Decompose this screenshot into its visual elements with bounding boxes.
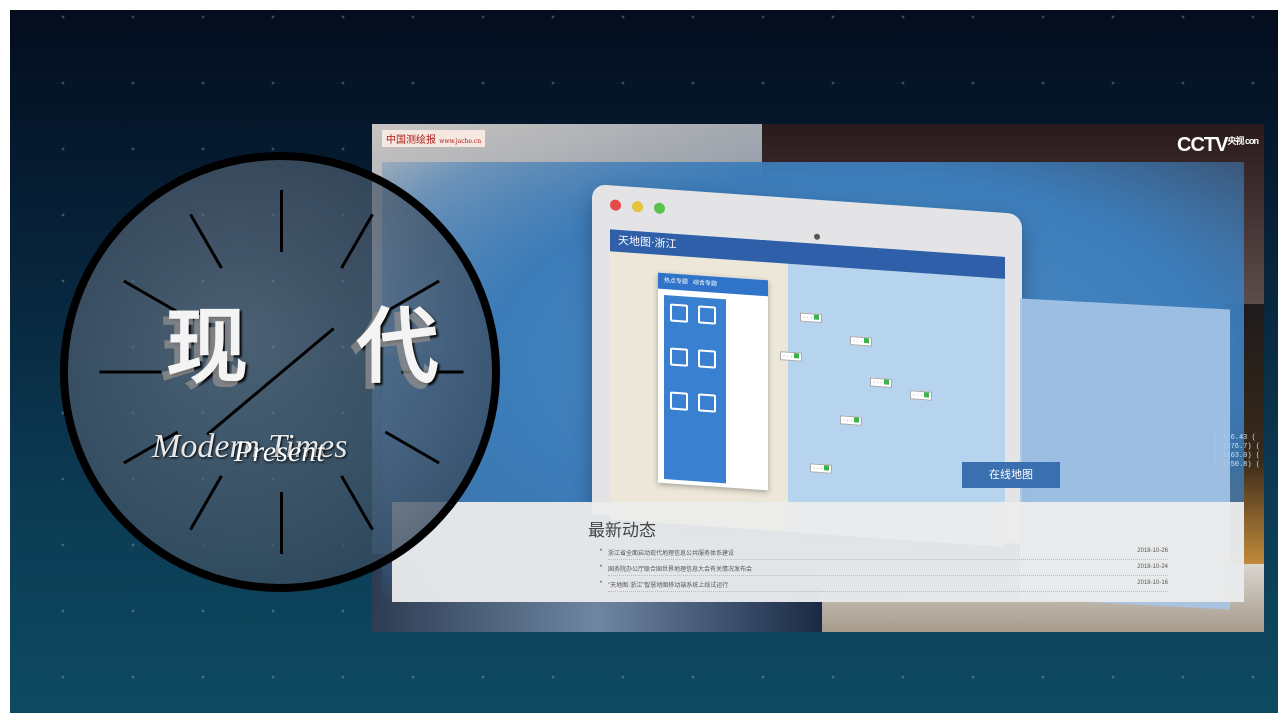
laptop-window: 天地图·浙江 · · · · · · · · · · · · · · · · ·… <box>592 184 1022 547</box>
cart-icon[interactable] <box>670 391 688 411</box>
clock-tick <box>189 213 223 269</box>
cctv-logo: CCTV央视 con <box>1177 134 1259 156</box>
camera-icon <box>814 233 820 240</box>
clock-tick <box>280 492 283 554</box>
title-chinese: 现 代 <box>166 299 479 395</box>
map-pin: · · · <box>910 390 933 401</box>
clock-overlay: 现 代 Modern Times Present <box>60 152 500 592</box>
clock-tick <box>384 430 440 465</box>
minimize-dot-icon <box>632 200 643 213</box>
map-pin: · · · <box>800 312 823 324</box>
map-pin: · · · <box>810 463 833 474</box>
map-pin: · · · <box>870 377 893 389</box>
clock-tick <box>189 475 223 531</box>
house-icon[interactable] <box>670 347 688 367</box>
map-pin: · · · <box>780 351 803 362</box>
video-frame: 中国测绘报 www.jache.cn CCTV央视 con ( 436.43 (… <box>372 124 1264 632</box>
hospital-icon[interactable] <box>698 305 716 325</box>
online-map-button[interactable]: 在线地图 <box>962 462 1060 488</box>
building-icon[interactable] <box>670 303 688 323</box>
title-english-present: Present <box>234 435 325 468</box>
clock-tick <box>340 475 374 531</box>
news-title: 最新动态 <box>588 521 656 540</box>
maximize-dot-icon <box>654 202 665 215</box>
map-screen: 天地图·浙江 · · · · · · · · · · · · · · · · ·… <box>610 229 1005 547</box>
topic-menu-panel: 热点专题 综合专题 <box>658 272 768 491</box>
topic-icon-grid <box>664 295 726 484</box>
tab-general-topics[interactable]: 综合专题 <box>693 280 717 288</box>
bus-icon[interactable] <box>698 349 716 369</box>
clock-tick <box>280 190 283 252</box>
source-logo: 中国测绘报 www.jache.cn <box>382 130 486 147</box>
clock-tick <box>340 213 374 269</box>
news-section: 最新动态 浙江省全面启动现代地理信息公共服务体系建设2018-10-26 国务院… <box>392 502 1244 602</box>
tab-hot-topics[interactable]: 热点专题 <box>664 278 688 286</box>
map-pin: · · · <box>840 415 863 426</box>
clock-tick <box>99 370 162 374</box>
news-item[interactable]: 国务院办公厅联合国世界地理信息大会有关情况发布会2018-10-24 <box>600 564 1168 576</box>
video-stage: 中国测绘报 www.jache.cn CCTV央视 con ( 436.43 (… <box>10 10 1278 713</box>
news-item[interactable]: 浙江省全面启动现代地理信息公共服务体系建设2018-10-26 <box>600 548 1168 560</box>
close-dot-icon <box>610 199 621 212</box>
map-pin: · · · <box>850 336 873 347</box>
news-item[interactable]: "天地图·浙江"智慧地图移动端系统上线试运行2018-10-16 <box>600 580 1168 592</box>
school-icon[interactable] <box>698 393 716 413</box>
